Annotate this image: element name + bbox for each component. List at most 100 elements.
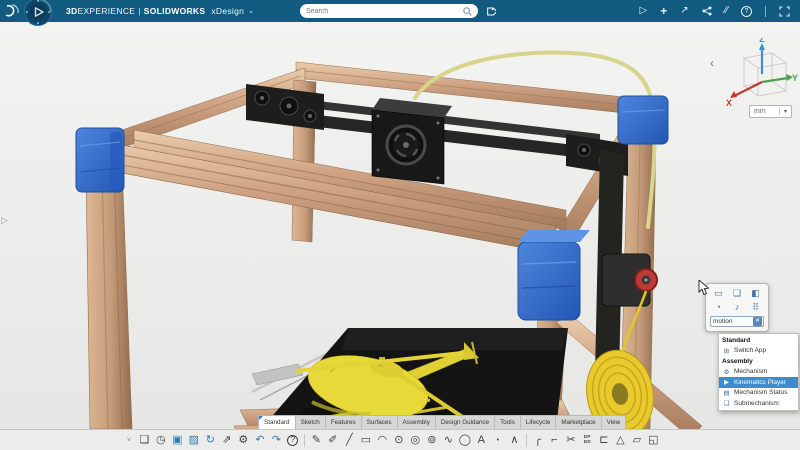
brand-solidworks: SOLIDWORKS xyxy=(143,6,206,16)
ellipse-icon[interactable]: ◯ xyxy=(457,432,474,449)
menu-item-mechanism-status[interactable]: ▤ Mechanism Status xyxy=(719,388,798,399)
context-tools: ▭ ❏ ◧ ◔ ♪ ⠿ xyxy=(710,287,764,314)
annotation-tool-icon[interactable]: ♪ xyxy=(729,301,746,314)
duplicate-tool-icon[interactable]: ❏ xyxy=(729,287,746,300)
units-caret-icon[interactable]: ▾ xyxy=(779,108,791,115)
search-input[interactable] xyxy=(306,7,463,15)
toolbar-collapse-icon[interactable]: ˅ xyxy=(127,437,131,444)
line-icon[interactable]: ╱ xyxy=(341,432,358,449)
chamfer-icon[interactable]: ⌐ xyxy=(546,432,563,449)
menu-item-label: Mechanism xyxy=(734,368,768,376)
orientation-triad[interactable]: Z X Y xyxy=(722,38,800,112)
app-switch-caret-icon[interactable]: ⌄ xyxy=(248,7,254,15)
tag-icon[interactable] xyxy=(485,6,496,17)
separator[interactable] xyxy=(523,432,530,449)
extruder-carriage[interactable] xyxy=(371,98,452,185)
menu-item-switch-app[interactable]: ⊞ Switch App xyxy=(719,346,798,357)
top-bar: 3DEXPERIENCE | SOLIDWORKS xDesign ⌄ ▷ + xyxy=(0,0,800,26)
text-icon[interactable]: A xyxy=(473,432,490,449)
tab-features[interactable]: Features xyxy=(324,415,362,429)
clear-search-icon[interactable]: ✕ xyxy=(753,317,762,326)
insert-component-icon[interactable]: ❏ xyxy=(136,432,153,449)
left-panel-flyout-icon[interactable]: ▷ xyxy=(1,215,8,226)
offset-icon[interactable]: ⊏ xyxy=(596,432,613,449)
spline-icon[interactable]: ∿ xyxy=(440,432,457,449)
insert-tool-icon[interactable]: ▭ xyxy=(710,287,727,300)
arc-icon[interactable]: ◠ xyxy=(374,432,391,449)
save-as-icon[interactable]: ▨ xyxy=(186,432,203,449)
units-dropdown[interactable]: mm ▾ xyxy=(749,105,792,118)
bottom-toolbar: ˅ ❏ ◷ ▣ ▨ ↻ ⇗ ⚙ ↶ ↷? ✎ ✐ ╱ ▭ ◠ ⊙ ◎ ⊚ ∿ ◯ A • ∧ ╭ ⌐ ✂ DP DD ⊏ △ ▱ ◱ xyxy=(0,429,800,450)
collapse-panel-chevron-icon[interactable]: ‹ xyxy=(710,56,714,70)
viewport-area: ▷ ‹ Z X Y mm ▾ ▭ ❏ ◧ ◔ ♪ ⠿ motion ✕ Stan… xyxy=(0,22,800,429)
menu-item-label: Standard xyxy=(722,336,751,344)
menu-header-standard[interactable]: Standard xyxy=(719,335,798,346)
sketch-icon[interactable]: ✎ xyxy=(308,432,325,449)
xdesign-app: 3DEXPERIENCE | SOLIDWORKS xDesign ⌄ ▷ + xyxy=(0,0,800,450)
menu-item-submechanism[interactable]: ❏ Submechanism xyxy=(719,398,798,409)
menu-item-kinematics-player[interactable]: ▶ Kinematics Player xyxy=(719,377,798,388)
tab-design-guidance[interactable]: Design Guidance xyxy=(434,415,496,429)
component-tool-icon[interactable]: ◧ xyxy=(747,287,764,300)
add-icon[interactable]: + xyxy=(660,5,667,17)
menu-item-icon: ⊞ xyxy=(723,347,730,355)
3d-viewport[interactable] xyxy=(0,22,800,429)
global-search[interactable] xyxy=(300,4,478,18)
tab-surfaces[interactable]: Surfaces xyxy=(360,415,398,429)
measure-tool-icon[interactable]: ◔ xyxy=(710,301,727,314)
menu-item-label: Switch App xyxy=(734,347,767,355)
fillet-icon[interactable]: ╭ xyxy=(530,432,547,449)
separator[interactable] xyxy=(301,432,308,449)
tab-standard[interactable]: Standard xyxy=(258,415,296,429)
app-title: 3D EXPERIENCE | SOLIDWORKS xDesign ⌄ xyxy=(66,0,254,22)
triad-y-label: Y xyxy=(792,73,798,83)
units-value: mm xyxy=(754,108,766,115)
convert-3d-icon[interactable]: ▱ xyxy=(629,432,646,449)
polygon-icon[interactable]: △ xyxy=(612,432,629,449)
circle-3point-icon[interactable]: ⊚ xyxy=(424,432,441,449)
sync-icon[interactable]: ↻ xyxy=(202,432,219,449)
sketch-block-icon[interactable]: ◱ xyxy=(645,432,662,449)
settings-gear-icon[interactable]: ⚙ xyxy=(235,432,252,449)
tab-marketplace[interactable]: Marketplace xyxy=(555,415,602,429)
command-search[interactable]: ✕ xyxy=(710,316,764,327)
fullscreen-icon[interactable] xyxy=(779,5,790,17)
publish-icon[interactable]: ⇗ xyxy=(219,432,236,449)
3dexperience-compass[interactable] xyxy=(24,0,52,26)
redo-icon[interactable]: ↷ xyxy=(268,432,285,449)
tab-view[interactable]: View xyxy=(600,415,627,429)
project-entities-icon[interactable]: ✐ xyxy=(325,432,342,449)
app-name[interactable]: xDesign xyxy=(211,6,244,16)
polyline-icon[interactable]: ∧ xyxy=(506,432,523,449)
point-icon[interactable]: • xyxy=(490,432,507,449)
mirror-pattern-icon[interactable]: DP DD xyxy=(579,432,596,449)
save-icon[interactable]: ▣ xyxy=(169,432,186,449)
brand-divider: | xyxy=(138,6,141,16)
z-motor[interactable] xyxy=(601,253,658,307)
command-results-menu: Standard ⊞ Switch App Assembly ⚙ Mechani… xyxy=(718,333,799,411)
search-icon[interactable] xyxy=(463,6,472,16)
collaboration-icon[interactable]: ∕∕ xyxy=(725,6,728,16)
triad-x-label: X xyxy=(726,98,732,108)
history-icon[interactable]: ◷ xyxy=(153,432,170,449)
play-media-icon[interactable]: ▷ xyxy=(640,6,648,16)
menu-header-assembly[interactable]: Assembly xyxy=(719,356,798,367)
trim-icon[interactable]: ✂ xyxy=(563,432,580,449)
command-search-input[interactable] xyxy=(713,318,753,325)
triad-z-label: Z xyxy=(759,38,765,44)
circle-icon[interactable]: ⊙ xyxy=(391,432,408,449)
menu-item-mechanism[interactable]: ⚙ Mechanism xyxy=(719,367,798,378)
circle-perimeter-icon[interactable]: ◎ xyxy=(407,432,424,449)
tab-lifecycle[interactable]: Lifecycle xyxy=(519,415,557,429)
undo-icon[interactable]: ↶ xyxy=(252,432,269,449)
tab-sketch[interactable]: Sketch xyxy=(294,415,326,429)
share-icon[interactable] xyxy=(702,6,712,16)
help-icon[interactable]: ? xyxy=(741,5,752,17)
tab-assembly[interactable]: Assembly xyxy=(396,415,436,429)
topbar-actions: ▷ + ↗ ∕∕ ? xyxy=(640,0,790,22)
rectangle-icon[interactable]: ▭ xyxy=(358,432,375,449)
help-circle-icon[interactable]: ? xyxy=(285,432,302,449)
pattern-tool-icon[interactable]: ⠿ xyxy=(747,301,764,314)
export-arrow-icon[interactable]: ↗ xyxy=(680,6,688,16)
tab-tools[interactable]: Tools xyxy=(494,415,521,429)
